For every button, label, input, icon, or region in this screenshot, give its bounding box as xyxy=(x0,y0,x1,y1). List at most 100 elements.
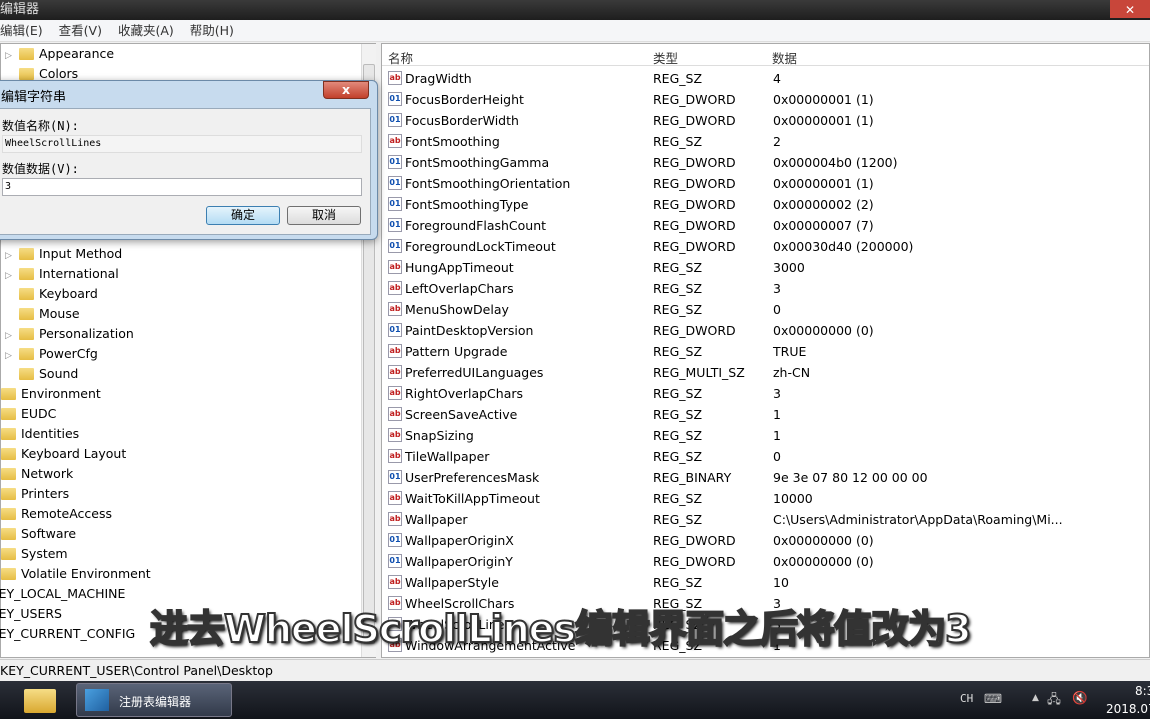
value-row[interactable]: ab WaitToKillAppTimeout REG_SZ 10000 xyxy=(382,488,1142,509)
value-type: REG_DWORD xyxy=(653,197,736,212)
value-row[interactable]: ab WallpaperStyle REG_SZ 10 xyxy=(382,572,1142,593)
value-data: 0x00030d40 (200000) xyxy=(773,239,914,254)
value-row[interactable]: 01 FontSmoothingOrientation REG_DWORD 0x000… xyxy=(382,173,1142,194)
ok-button[interactable]: 确定 xyxy=(206,206,280,225)
column-type[interactable]: 类型 xyxy=(653,48,678,67)
menu-item[interactable]: 查看(V) xyxy=(59,23,102,38)
menu-item[interactable]: 编辑(E) xyxy=(0,23,43,38)
value-row[interactable]: 01 WallpaperOriginX REG_DWORD 0x00000000 (0… xyxy=(382,530,1142,551)
tree-item[interactable]: Sound xyxy=(5,364,78,384)
window-title: 编辑器 xyxy=(0,2,40,17)
expand-icon[interactable]: ▷ xyxy=(5,346,15,366)
value-row[interactable]: ab SnapSizing REG_SZ 1 xyxy=(382,425,1142,446)
string-value-icon: ab xyxy=(388,512,402,526)
cancel-button[interactable]: 取消 xyxy=(287,206,361,225)
keyboard-icon[interactable]: ⌨ xyxy=(984,691,1002,706)
value-type: REG_DWORD xyxy=(653,176,736,191)
value-name: FocusBorderHeight xyxy=(405,92,524,107)
value-row[interactable]: ab TileWallpaper REG_SZ 0 xyxy=(382,446,1142,467)
tree-item[interactable]: ▷ International xyxy=(5,264,119,284)
tree-item[interactable]: ▷ Appearance xyxy=(5,44,114,64)
tree-item[interactable]: Keyboard xyxy=(5,284,98,304)
tree-item[interactable]: Environment xyxy=(0,384,101,404)
clock-date[interactable]: 2018.07 xyxy=(1106,702,1150,716)
expand-icon[interactable]: ▷ xyxy=(5,266,15,286)
value-row[interactable]: ab MenuShowDelay REG_SZ 0 xyxy=(382,299,1142,320)
regedit-taskbar-button[interactable]: 注册表编辑器 xyxy=(76,683,232,717)
folder-icon xyxy=(19,368,34,380)
value-row[interactable]: 01 PaintDesktopVersion REG_DWORD 0x00000000… xyxy=(382,320,1142,341)
dialog-title: 编辑字符串 xyxy=(1,90,67,105)
taskbar: 注册表编辑器 CH ⌨ ▲ 🖧 🔇 8:3 2018.07 xyxy=(0,681,1150,719)
value-row[interactable]: 01 WallpaperOriginY REG_DWORD 0x00000000 (0… xyxy=(382,551,1142,572)
tree-item[interactable]: Network xyxy=(0,464,73,484)
value-row[interactable]: 01 FontSmoothingGamma REG_DWORD 0x000004b0 … xyxy=(382,152,1142,173)
value-row[interactable]: ab PreferredUILanguages REG_MULTI_SZ zh-CN xyxy=(382,362,1142,383)
tree-item-label: HKEY_LOCAL_MACHINE xyxy=(0,586,126,601)
explorer-taskbar-button[interactable] xyxy=(14,683,70,717)
ime-indicator[interactable]: CH xyxy=(960,692,973,705)
value-row[interactable]: ab DragWidth REG_SZ 4 xyxy=(382,68,1142,89)
value-row[interactable]: ab LeftOverlapChars REG_SZ 3 xyxy=(382,278,1142,299)
tree-item[interactable]: ▷ Input Method xyxy=(5,244,122,264)
column-data[interactable]: 数据 xyxy=(772,48,797,67)
tree-item-label: Printers xyxy=(21,486,70,501)
string-value-icon: ab xyxy=(388,281,402,295)
binary-value-icon: 01 xyxy=(388,533,402,547)
value-name: ForegroundLockTimeout xyxy=(405,239,556,254)
window-close-button[interactable]: ✕ xyxy=(1110,0,1150,18)
string-value-icon: ab xyxy=(388,449,402,463)
value-data: zh-CN xyxy=(773,365,811,380)
tree-item-label: Colors xyxy=(39,66,79,81)
column-name[interactable]: 名称 xyxy=(388,48,413,67)
value-name: ForegroundFlashCount xyxy=(405,218,547,233)
value-row[interactable]: ab FontSmoothing REG_SZ 2 xyxy=(382,131,1142,152)
tree-item-label: Keyboard xyxy=(39,286,98,301)
value-row[interactable]: 01 UserPreferencesMask REG_BINARY 9e 3e 07 … xyxy=(382,467,1142,488)
value-data: 0x00000001 (1) xyxy=(773,176,874,191)
dialog-close-button[interactable]: x xyxy=(323,81,369,99)
value-data: 0x00000000 (0) xyxy=(773,323,874,338)
tree-item[interactable]: Printers xyxy=(0,484,69,504)
value-row[interactable]: 01 FocusBorderHeight REG_DWORD 0x00000001 (… xyxy=(382,89,1142,110)
value-row[interactable]: ab Wallpaper REG_SZ C:\Users\Administrator\… xyxy=(382,509,1142,530)
expand-icon[interactable]: ▷ xyxy=(5,46,15,66)
menu-item[interactable]: 帮助(H) xyxy=(190,23,234,38)
menu-item[interactable]: 收藏夹(A) xyxy=(118,23,174,38)
value-row[interactable]: 01 FocusBorderWidth REG_DWORD 0x00000001 (1… xyxy=(382,110,1142,131)
tree-item[interactable]: ▷ PowerCfg xyxy=(5,344,98,364)
tree-item[interactable]: Volatile Environment xyxy=(0,564,151,584)
tree-item[interactable]: ▷ Personalization xyxy=(5,324,134,344)
network-icon[interactable]: 🖧 xyxy=(1047,690,1061,711)
tree-item[interactable]: HKEY_USERS xyxy=(0,604,62,624)
tree-item[interactable]: HKEY_CURRENT_CONFIG xyxy=(0,624,135,644)
value-row[interactable]: 01 ForegroundLockTimeout REG_DWORD 0x00030d… xyxy=(382,236,1142,257)
value-row[interactable]: ab Pattern Upgrade REG_SZ TRUE xyxy=(382,341,1142,362)
tree-item[interactable]: System xyxy=(0,544,68,564)
show-hidden-icons-icon[interactable]: ▲ xyxy=(1032,693,1039,703)
menu-bar: 编辑(E) 查看(V) 收藏夹(A) 帮助(H) xyxy=(0,20,1150,42)
value-row[interactable]: ab RightOverlapChars REG_SZ 3 xyxy=(382,383,1142,404)
value-row[interactable]: 01 FontSmoothingType REG_DWORD 0x00000002 (… xyxy=(382,194,1142,215)
tree-item[interactable]: HKEY_LOCAL_MACHINE xyxy=(0,584,125,604)
expand-icon[interactable]: ▷ xyxy=(5,326,15,346)
tree-item[interactable]: Mouse xyxy=(5,304,80,324)
expand-icon[interactable]: ▷ xyxy=(5,246,15,266)
binary-value-icon: 01 xyxy=(388,113,402,127)
tree-item[interactable]: RemoteAccess xyxy=(0,504,112,524)
tree-item[interactable]: Identities xyxy=(0,424,79,444)
value-data-input[interactable]: 3 xyxy=(2,178,362,196)
tree-item-label: PowerCfg xyxy=(39,346,98,361)
volume-muted-icon[interactable]: 🔇 xyxy=(1072,690,1088,706)
value-name: FontSmoothing xyxy=(405,134,500,149)
value-row[interactable]: ab HungAppTimeout REG_SZ 3000 xyxy=(382,257,1142,278)
tree-item-label: HKEY_USERS xyxy=(0,606,62,621)
value-name: Pattern Upgrade xyxy=(405,344,508,359)
tree-item[interactable]: Keyboard Layout xyxy=(0,444,126,464)
tree-item[interactable]: Software xyxy=(0,524,76,544)
value-row[interactable]: 01 ForegroundFlashCount REG_DWORD 0x0000000… xyxy=(382,215,1142,236)
value-row[interactable]: ab ScreenSaveActive REG_SZ 1 xyxy=(382,404,1142,425)
clock-time[interactable]: 8:3 xyxy=(1135,684,1150,698)
value-data: 0 xyxy=(773,449,781,464)
tree-item[interactable]: EUDC xyxy=(0,404,56,424)
